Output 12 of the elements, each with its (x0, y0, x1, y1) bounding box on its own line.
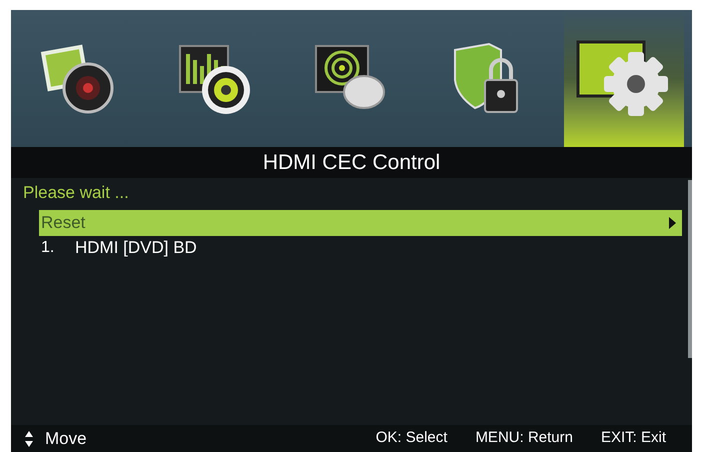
item-label: HDMI [DVD] BD (75, 237, 198, 260)
menu-item[interactable]: Reset (39, 210, 682, 236)
key-hint: OK: Select (376, 428, 448, 448)
key-hint: EXIT: Exit (600, 428, 666, 448)
up-down-icon (25, 430, 33, 446)
status-text: Please wait ... (23, 182, 129, 204)
key-hint: MENU: Return (475, 428, 573, 448)
item-label: Reset (41, 212, 86, 234)
menu-title: HDMI CEC Control (262, 150, 440, 176)
item-number: 1. (41, 238, 56, 258)
menu-item[interactable]: 1. HDMI [DVD] BD (39, 236, 682, 260)
move-hint: Move (45, 428, 88, 450)
